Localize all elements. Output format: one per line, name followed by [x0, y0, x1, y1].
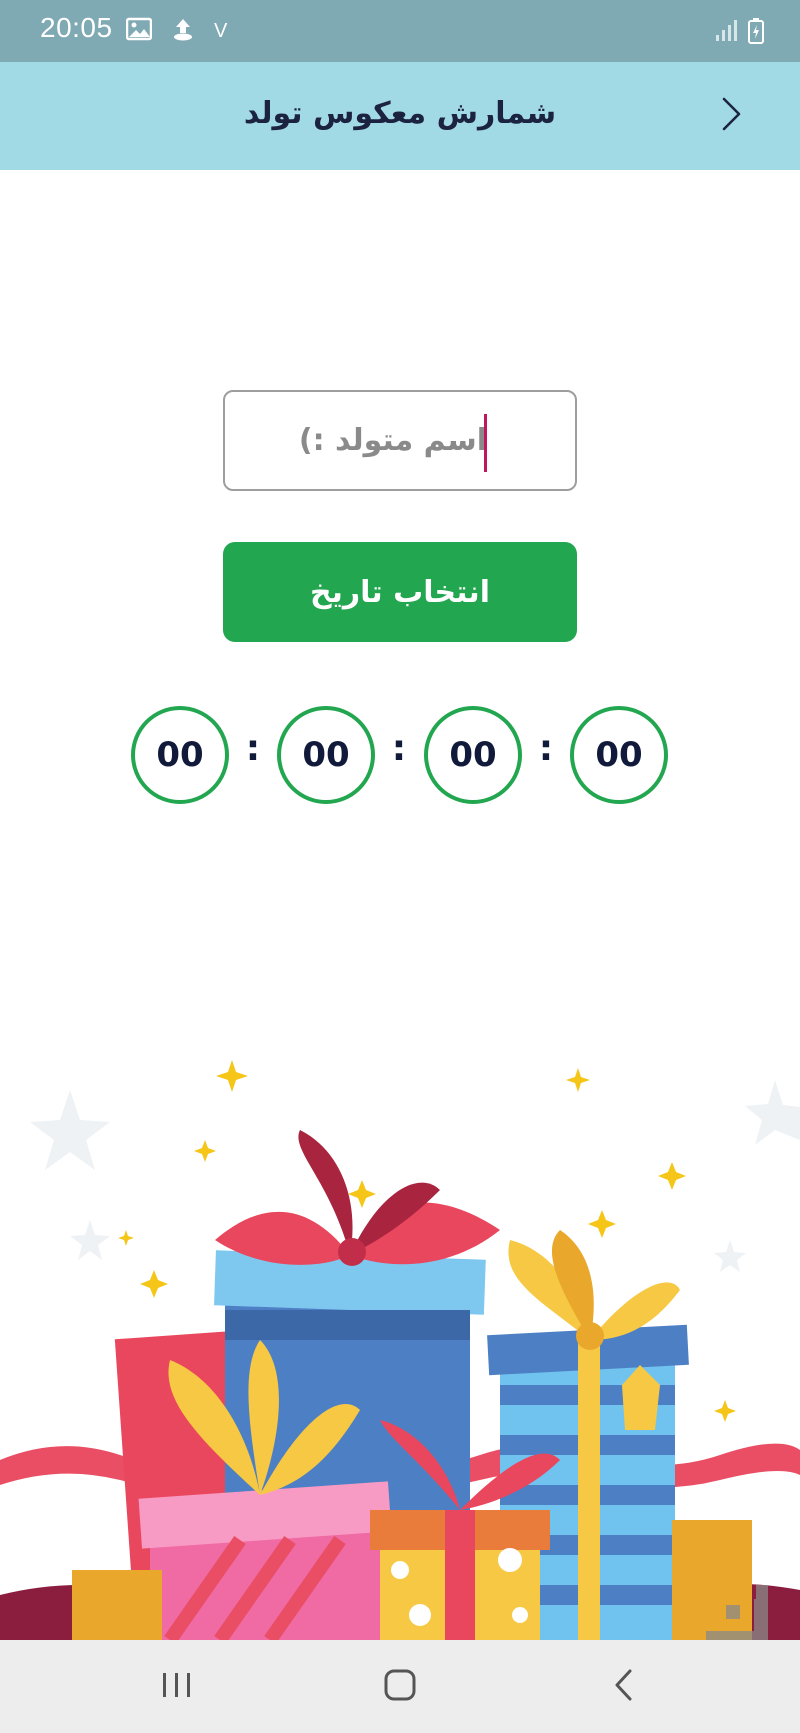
image-icon	[125, 17, 153, 45]
status-bar: 20:05 V	[0, 0, 800, 62]
pick-date-button[interactable]: انتخاب تاریخ	[223, 542, 577, 642]
countdown-unit: 00	[570, 706, 668, 804]
home-button[interactable]	[370, 1662, 430, 1712]
back-button[interactable]	[712, 92, 752, 140]
countdown-unit: 00	[424, 706, 522, 804]
birthday-name-input[interactable]	[225, 392, 575, 489]
text-caret	[484, 414, 487, 472]
home-icon	[383, 1668, 417, 1706]
battery-charging-icon	[748, 18, 764, 48]
name-input-container	[223, 390, 577, 491]
system-nav-bar	[0, 1640, 800, 1733]
status-icons-left: V	[125, 16, 228, 46]
signal-icon	[714, 19, 738, 47]
status-time: 20:05	[40, 12, 113, 43]
page-title: شمارش معکوس تولد	[243, 96, 557, 131]
gift-boxes-illustration	[0, 1060, 800, 1640]
back-icon	[611, 1668, 637, 1706]
countdown-timer: 00 : 00 : 00 : 00	[0, 706, 800, 806]
notification-v: V	[214, 19, 228, 42]
upload-icon	[170, 16, 196, 46]
system-back-button[interactable]	[594, 1662, 654, 1712]
countdown-unit: 00	[277, 706, 375, 804]
countdown-separator: :	[245, 728, 261, 769]
status-icons-right	[714, 18, 764, 48]
recent-apps-icon	[160, 1670, 194, 1704]
app-bar: شمارش معکوس تولد	[0, 62, 800, 170]
recent-apps-button[interactable]	[147, 1662, 207, 1712]
countdown-unit: 00	[131, 706, 229, 804]
countdown-separator: :	[538, 728, 554, 769]
chevron-right-icon	[721, 96, 743, 136]
countdown-separator: :	[391, 728, 407, 769]
